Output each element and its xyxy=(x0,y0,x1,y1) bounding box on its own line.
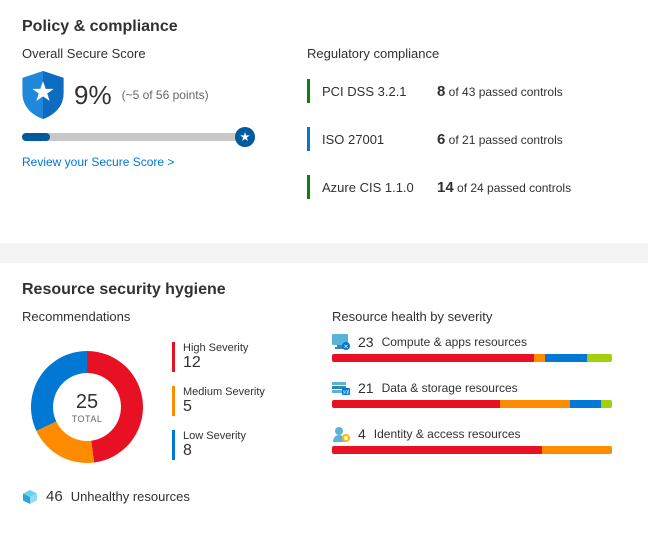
rh-label: Data & storage resources xyxy=(382,381,518,395)
unhealthy-count: 46 xyxy=(46,488,63,505)
reg-color-bar xyxy=(307,127,310,151)
legend-value: 8 xyxy=(183,442,246,460)
reg-title: Regulatory compliance xyxy=(307,46,626,61)
panel-divider xyxy=(0,243,648,263)
review-secure-score-link[interactable]: Review your Secure Score > xyxy=(22,155,174,169)
reg-color-bar xyxy=(307,175,310,199)
reg-name: PCI DSS 3.2.1 xyxy=(322,84,437,99)
resource-health-block: Resource health by severity ✕ 23 Compute &… xyxy=(332,309,626,505)
reg-compliance-row[interactable]: PCI DSS 3.2.18 of 43 passed controls xyxy=(307,71,626,111)
data-icon: sql xyxy=(332,380,350,396)
legend-label: Low Severity xyxy=(183,430,246,442)
resource-health-row[interactable]: ✕ 23 Compute & apps resources xyxy=(332,334,626,362)
rh-label: Identity & access resources xyxy=(374,427,521,441)
compute-icon: ✕ xyxy=(332,334,350,350)
reg-passed: 6 of 21 passed controls xyxy=(437,131,563,148)
identity-icon xyxy=(332,426,350,442)
legend-item[interactable]: High Severity12 xyxy=(172,342,265,372)
policy-title: Policy & compliance xyxy=(22,18,626,36)
rh-count: 4 xyxy=(358,426,366,442)
hygiene-title: Resource security hygiene xyxy=(22,281,626,299)
target-star-icon xyxy=(235,127,255,147)
regulatory-compliance-block: Regulatory compliance PCI DSS 3.2.18 of … xyxy=(307,46,626,215)
shield-icon xyxy=(22,71,64,119)
legend-item[interactable]: Low Severity8 xyxy=(172,430,265,460)
health-bar xyxy=(332,354,612,362)
resource-health-row[interactable]: 4 Identity & access resources xyxy=(332,426,626,454)
legend-label: Medium Severity xyxy=(183,386,265,398)
legend-value: 5 xyxy=(183,398,265,416)
health-bar xyxy=(332,446,612,454)
rh-label: Compute & apps resources xyxy=(382,335,527,349)
secure-score-progress xyxy=(22,133,252,141)
reg-name: Azure CIS 1.1.0 xyxy=(322,180,437,195)
reg-color-bar xyxy=(307,79,310,103)
legend-value: 12 xyxy=(183,354,248,372)
reg-compliance-row[interactable]: Azure CIS 1.1.014 of 24 passed controls xyxy=(307,167,626,207)
unhealthy-resources-row[interactable]: 46 Unhealthy resources xyxy=(22,488,332,505)
rh-count: 21 xyxy=(358,380,374,396)
secure-score-block: Overall Secure Score 9% (~5 of 56 points… xyxy=(22,46,307,215)
reg-compliance-row[interactable]: ISO 270016 of 21 passed controls xyxy=(307,119,626,159)
rh-count: 23 xyxy=(358,334,374,350)
legend-color-bar xyxy=(172,430,175,460)
donut-total-label: TOTAL xyxy=(72,414,103,424)
svg-text:sql: sql xyxy=(343,390,349,396)
health-bar xyxy=(332,400,612,408)
svg-text:✕: ✕ xyxy=(343,345,348,351)
secure-score-percent: 9% xyxy=(74,80,112,111)
reg-name: ISO 27001 xyxy=(322,132,437,147)
recommendations-block: Recommendations 25 TOTAL High Severity12… xyxy=(22,309,332,505)
resource-health-row[interactable]: sql 21 Data & storage resources xyxy=(332,380,626,408)
secure-score-title: Overall Secure Score xyxy=(22,46,307,61)
rec-title: Recommendations xyxy=(22,309,332,324)
rh-title: Resource health by severity xyxy=(332,309,626,324)
unhealthy-label: Unhealthy resources xyxy=(71,489,190,504)
reg-passed: 8 of 43 passed controls xyxy=(437,83,563,100)
policy-compliance-panel: Policy & compliance Overall Secure Score… xyxy=(0,0,648,243)
secure-score-points: (~5 of 56 points) xyxy=(122,88,209,102)
legend-color-bar xyxy=(172,342,175,372)
resource-hygiene-panel: Resource security hygiene Recommendation… xyxy=(0,263,648,533)
legend-label: High Severity xyxy=(183,342,248,354)
cube-icon xyxy=(22,489,38,505)
legend-color-bar xyxy=(172,386,175,416)
recommendations-donut[interactable]: 25 TOTAL xyxy=(22,342,152,472)
legend-item[interactable]: Medium Severity5 xyxy=(172,386,265,416)
severity-legend: High Severity12 Medium Severity5 Low Sever… xyxy=(172,334,265,472)
donut-total: 25 xyxy=(76,391,98,414)
reg-passed: 14 of 24 passed controls xyxy=(437,179,571,196)
